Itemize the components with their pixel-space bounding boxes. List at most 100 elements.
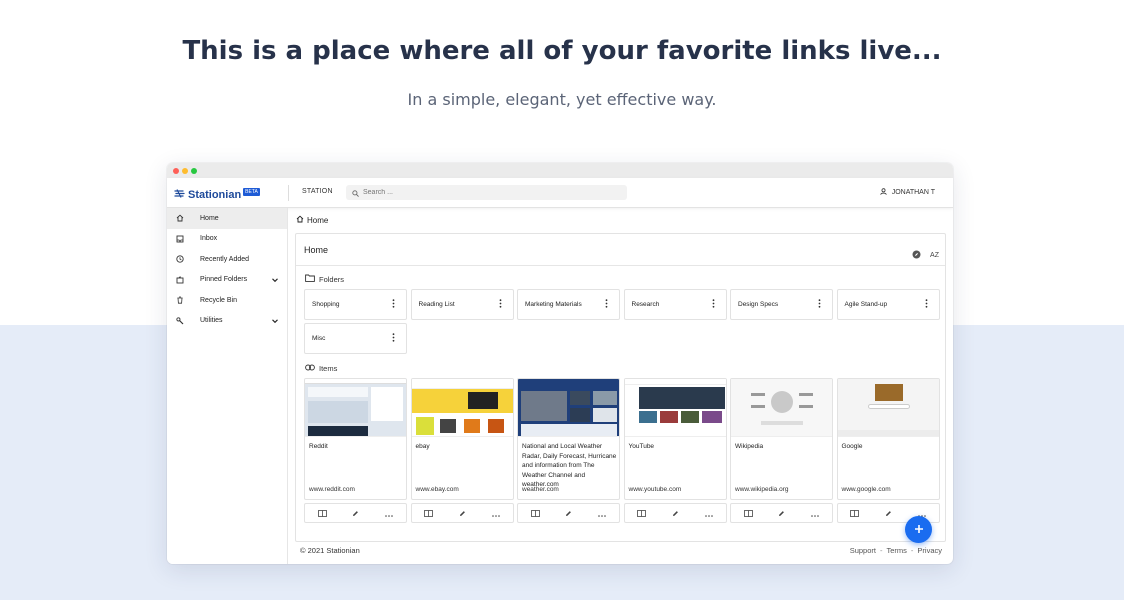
footer-separator: - (879, 546, 883, 555)
sidebar-item-recycle-bin[interactable]: Recycle Bin (167, 290, 287, 311)
edit-icon[interactable] (885, 504, 892, 522)
item-url[interactable]: www.google.com (842, 486, 891, 493)
edit-icon[interactable] (565, 504, 572, 522)
item-url[interactable]: www.reddit.com (309, 486, 355, 493)
item-thumbnail (837, 379, 939, 437)
compass-icon[interactable] (912, 246, 921, 264)
item-url[interactable]: www.wikipedia.org (735, 486, 788, 493)
chevron-down-icon[interactable] (271, 276, 279, 286)
panel-header: Home AZ (296, 234, 945, 266)
edit-icon[interactable] (672, 504, 679, 522)
item-actions (517, 503, 620, 523)
folder-tile[interactable]: Shopping (304, 289, 407, 320)
edit-icon[interactable] (459, 504, 466, 522)
folder-tile[interactable]: Misc (304, 323, 407, 354)
sidebar-item-label: Utilities (200, 317, 223, 325)
item-url[interactable]: weather.com (522, 486, 559, 493)
search-bar[interactable] (346, 185, 627, 200)
open-panel-icon[interactable] (530, 504, 540, 522)
sidebar-item-inbox[interactable]: Inbox (167, 229, 287, 250)
item-card-weather[interactable]: National and Local Weather Radar, Daily … (517, 378, 620, 500)
breadcrumb[interactable]: Home (296, 215, 328, 225)
window-close-dot[interactable] (173, 168, 179, 174)
sidebar-item-recently-added[interactable]: Recently Added (167, 249, 287, 270)
clock-icon (175, 255, 185, 263)
item-url[interactable]: www.youtube.com (629, 486, 682, 493)
brand-name: Stationian (188, 189, 242, 201)
folder-tile[interactable]: Marketing Materials (517, 289, 620, 320)
item-thumbnail (411, 379, 513, 437)
sort-az-button[interactable]: AZ (930, 252, 939, 259)
app-window: Stationian BETA STATION JONATHAN T Home (167, 163, 953, 564)
more-vert-icon[interactable] (392, 299, 395, 310)
item-title: ebay (415, 443, 430, 450)
open-panel-icon[interactable] (743, 504, 753, 522)
breadcrumb-home[interactable]: Home (307, 216, 328, 225)
more-vert-icon[interactable] (499, 299, 502, 310)
panel-title: Home (304, 245, 329, 255)
sidebar-item-label: Pinned Folders (200, 276, 248, 284)
item-card-google[interactable]: Google www.google.com (836, 378, 940, 500)
folder-tile[interactable]: Reading List (410, 289, 514, 320)
item-card-ebay[interactable]: ebay www.ebay.com (410, 378, 514, 500)
folder-name: Marketing Materials (525, 301, 582, 308)
more-horiz-icon[interactable] (811, 504, 819, 522)
open-panel-icon[interactable] (850, 504, 860, 522)
folders-label: Folders (319, 274, 345, 284)
item-actions (623, 503, 727, 523)
more-vert-icon[interactable] (712, 299, 715, 310)
item-card-reddit[interactable]: Reddit www.reddit.com (304, 378, 407, 500)
sidebar-item-pinned-folders[interactable]: Pinned Folders (167, 270, 287, 291)
item-actions (410, 503, 514, 523)
sidebar-item-home[interactable]: Home (167, 208, 287, 229)
search-input[interactable] (363, 189, 603, 196)
folder-icon (305, 274, 315, 284)
more-horiz-icon[interactable] (598, 504, 606, 522)
user-menu[interactable]: JONATHAN T (879, 188, 935, 197)
add-item-button[interactable] (905, 516, 932, 543)
items-section-label: Items (305, 364, 337, 373)
edit-icon[interactable] (778, 504, 785, 522)
edit-icon[interactable] (352, 504, 359, 522)
item-card-youtube[interactable]: YouTube www.youtube.com (623, 378, 727, 500)
footer-link-privacy[interactable]: Privacy (917, 546, 942, 555)
folder-tile[interactable]: Design Specs (730, 289, 833, 320)
folder-name: Shopping (312, 301, 340, 308)
more-horiz-icon[interactable] (491, 504, 500, 522)
main-content: Home Home AZ Folders Shopping Reading Li… (288, 208, 953, 564)
more-vert-icon[interactable] (925, 299, 928, 310)
more-vert-icon[interactable] (818, 299, 821, 310)
more-horiz-icon[interactable] (704, 504, 713, 522)
more-horiz-icon[interactable] (385, 504, 393, 522)
sidebar-item-utilities[interactable]: Utilities (167, 311, 287, 332)
header-divider (288, 185, 289, 201)
folder-tile[interactable]: Agile Stand-up (836, 289, 940, 320)
inbox-icon (175, 235, 185, 243)
item-card-wikipedia[interactable]: Wikipedia www.wikipedia.org (730, 378, 833, 500)
footer-link-terms[interactable]: Terms (886, 546, 906, 555)
station-selector[interactable]: STATION (302, 188, 333, 195)
item-thumbnail (518, 379, 619, 437)
folder-name: Agile Stand-up (844, 301, 888, 308)
window-minimize-dot[interactable] (182, 168, 188, 174)
more-vert-icon[interactable] (605, 299, 608, 310)
wrench-icon (175, 317, 185, 325)
item-title: YouTube (628, 443, 655, 450)
item-title: Google (841, 443, 863, 450)
item-url[interactable]: www.ebay.com (416, 486, 459, 493)
window-maximize-dot[interactable] (191, 168, 197, 174)
more-vert-icon[interactable] (392, 333, 395, 344)
open-panel-icon[interactable] (424, 504, 434, 522)
open-panel-icon[interactable] (317, 504, 327, 522)
open-panel-icon[interactable] (637, 504, 647, 522)
item-actions (730, 503, 833, 523)
sidebar-item-label: Recycle Bin (200, 296, 237, 304)
beta-badge: BETA (243, 188, 260, 196)
footer-link-support[interactable]: Support (850, 546, 876, 555)
home-panel: Home AZ Folders Shopping Reading List Ma… (295, 233, 946, 542)
folder-tile[interactable]: Research (623, 289, 727, 320)
folder-name: Design Specs (738, 301, 779, 308)
chevron-down-icon[interactable] (271, 317, 279, 327)
brand-logo[interactable]: Stationian BETA (174, 186, 260, 204)
sidebar-item-label: Recently Added (200, 255, 250, 263)
